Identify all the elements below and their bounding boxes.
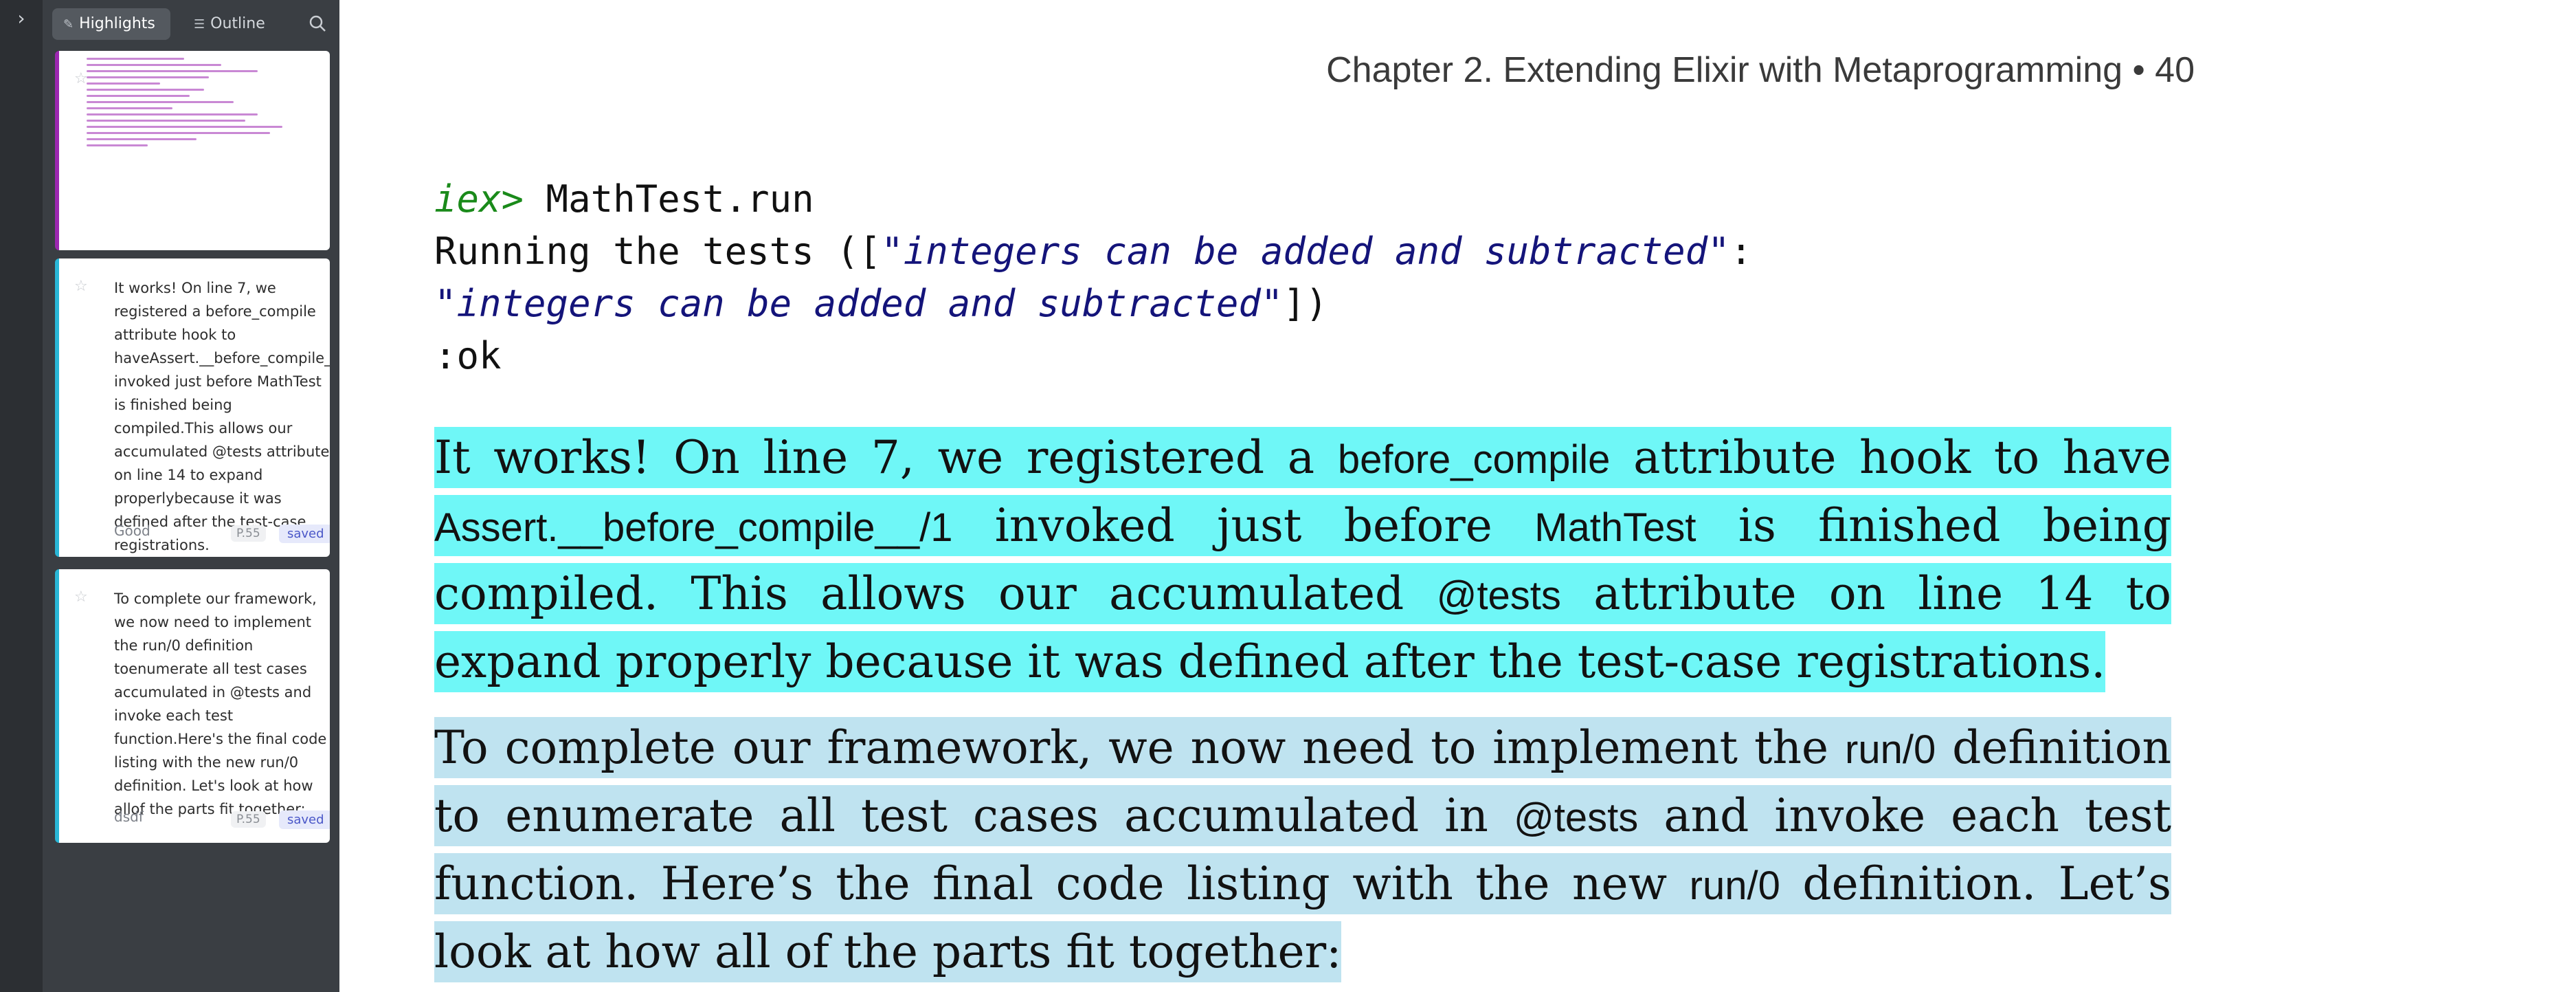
- code-string: "integers can be added and subtracted": [881, 230, 1730, 273]
- code-text: ]): [1283, 282, 1328, 325]
- paragraph-text: It works! On line 7, we registered a: [434, 431, 1338, 484]
- list-icon: ☰: [194, 17, 205, 32]
- code-text: :: [1729, 230, 1753, 273]
- highlight-note: dsdf: [114, 808, 144, 825]
- search-icon[interactable]: [306, 12, 330, 36]
- status-badge: saved: [279, 525, 330, 543]
- highlights-sidebar: ✎ Highlights ☰ Outline ☆ ☆ It works! On li…: [43, 0, 339, 992]
- left-rail: ›: [0, 0, 43, 992]
- highlight-note: Good: [114, 522, 150, 539]
- highlighted-paragraph[interactable]: It works! On line 7, we registered a bef…: [434, 425, 2171, 695]
- highlight-snippet: To complete our framework, we now need t…: [114, 591, 327, 817]
- code-text: Running the tests ([: [434, 230, 882, 273]
- inline-code: Assert.__before_compile__/1: [434, 505, 953, 550]
- highlight-card[interactable]: ☆ To complete our framework, we now need…: [55, 569, 330, 843]
- paragraph-text: attribute hook to have: [1610, 431, 2171, 484]
- inline-code: @tests: [1513, 795, 1639, 840]
- tab-outline-label: Outline: [210, 15, 265, 32]
- star-icon[interactable]: ☆: [74, 70, 88, 87]
- paragraph-text: To complete our framework, we now need t…: [434, 721, 1846, 774]
- star-icon[interactable]: ☆: [74, 278, 88, 295]
- page-header: Chapter 2. Extending Elixir with Metapro…: [1326, 50, 2195, 90]
- sidebar-tabs: ✎ Highlights ☰ Outline: [52, 8, 334, 40]
- page-badge: P.55: [231, 525, 266, 542]
- code-command: MathTest.run: [524, 177, 814, 221]
- status-badge: saved: [279, 811, 330, 829]
- code-thumbnail: [87, 58, 330, 243]
- highlight-card-code[interactable]: ☆: [55, 51, 330, 250]
- inline-code: run/0: [1689, 863, 1780, 908]
- highlight-card[interactable]: ☆ It works! On line 7, we registered a b…: [55, 258, 330, 557]
- tab-highlights-label: Highlights: [79, 15, 155, 32]
- highlighted-paragraph[interactable]: To complete our framework, we now need t…: [434, 715, 2172, 985]
- star-icon[interactable]: ☆: [74, 588, 88, 606]
- inline-code: before_compile: [1337, 437, 1611, 482]
- code-string: "integers can be added and subtracted": [434, 282, 1284, 325]
- pencil-icon: ✎: [63, 17, 74, 32]
- inline-code: @tests: [1436, 573, 1561, 618]
- code-text: :ok: [434, 334, 502, 377]
- paragraph-text: invoked just before: [952, 499, 1535, 552]
- inline-code: run/0: [1845, 727, 1936, 772]
- inline-code: MathTest: [1534, 505, 1696, 550]
- code-block: iex> MathTest.run Running the tests (["i…: [434, 173, 2289, 382]
- tab-highlights[interactable]: ✎ Highlights: [52, 8, 170, 40]
- code-prompt: iex>: [434, 177, 524, 221]
- reader-page: Chapter 2. Extending Elixir with Metapro…: [339, 0, 2576, 992]
- tab-outline[interactable]: ☰ Outline: [183, 8, 293, 40]
- chevron-right-icon[interactable]: ›: [10, 7, 33, 30]
- highlight-snippet: It works! On line 7, we registered a bef…: [114, 280, 330, 553]
- page-badge: P.55: [231, 811, 266, 828]
